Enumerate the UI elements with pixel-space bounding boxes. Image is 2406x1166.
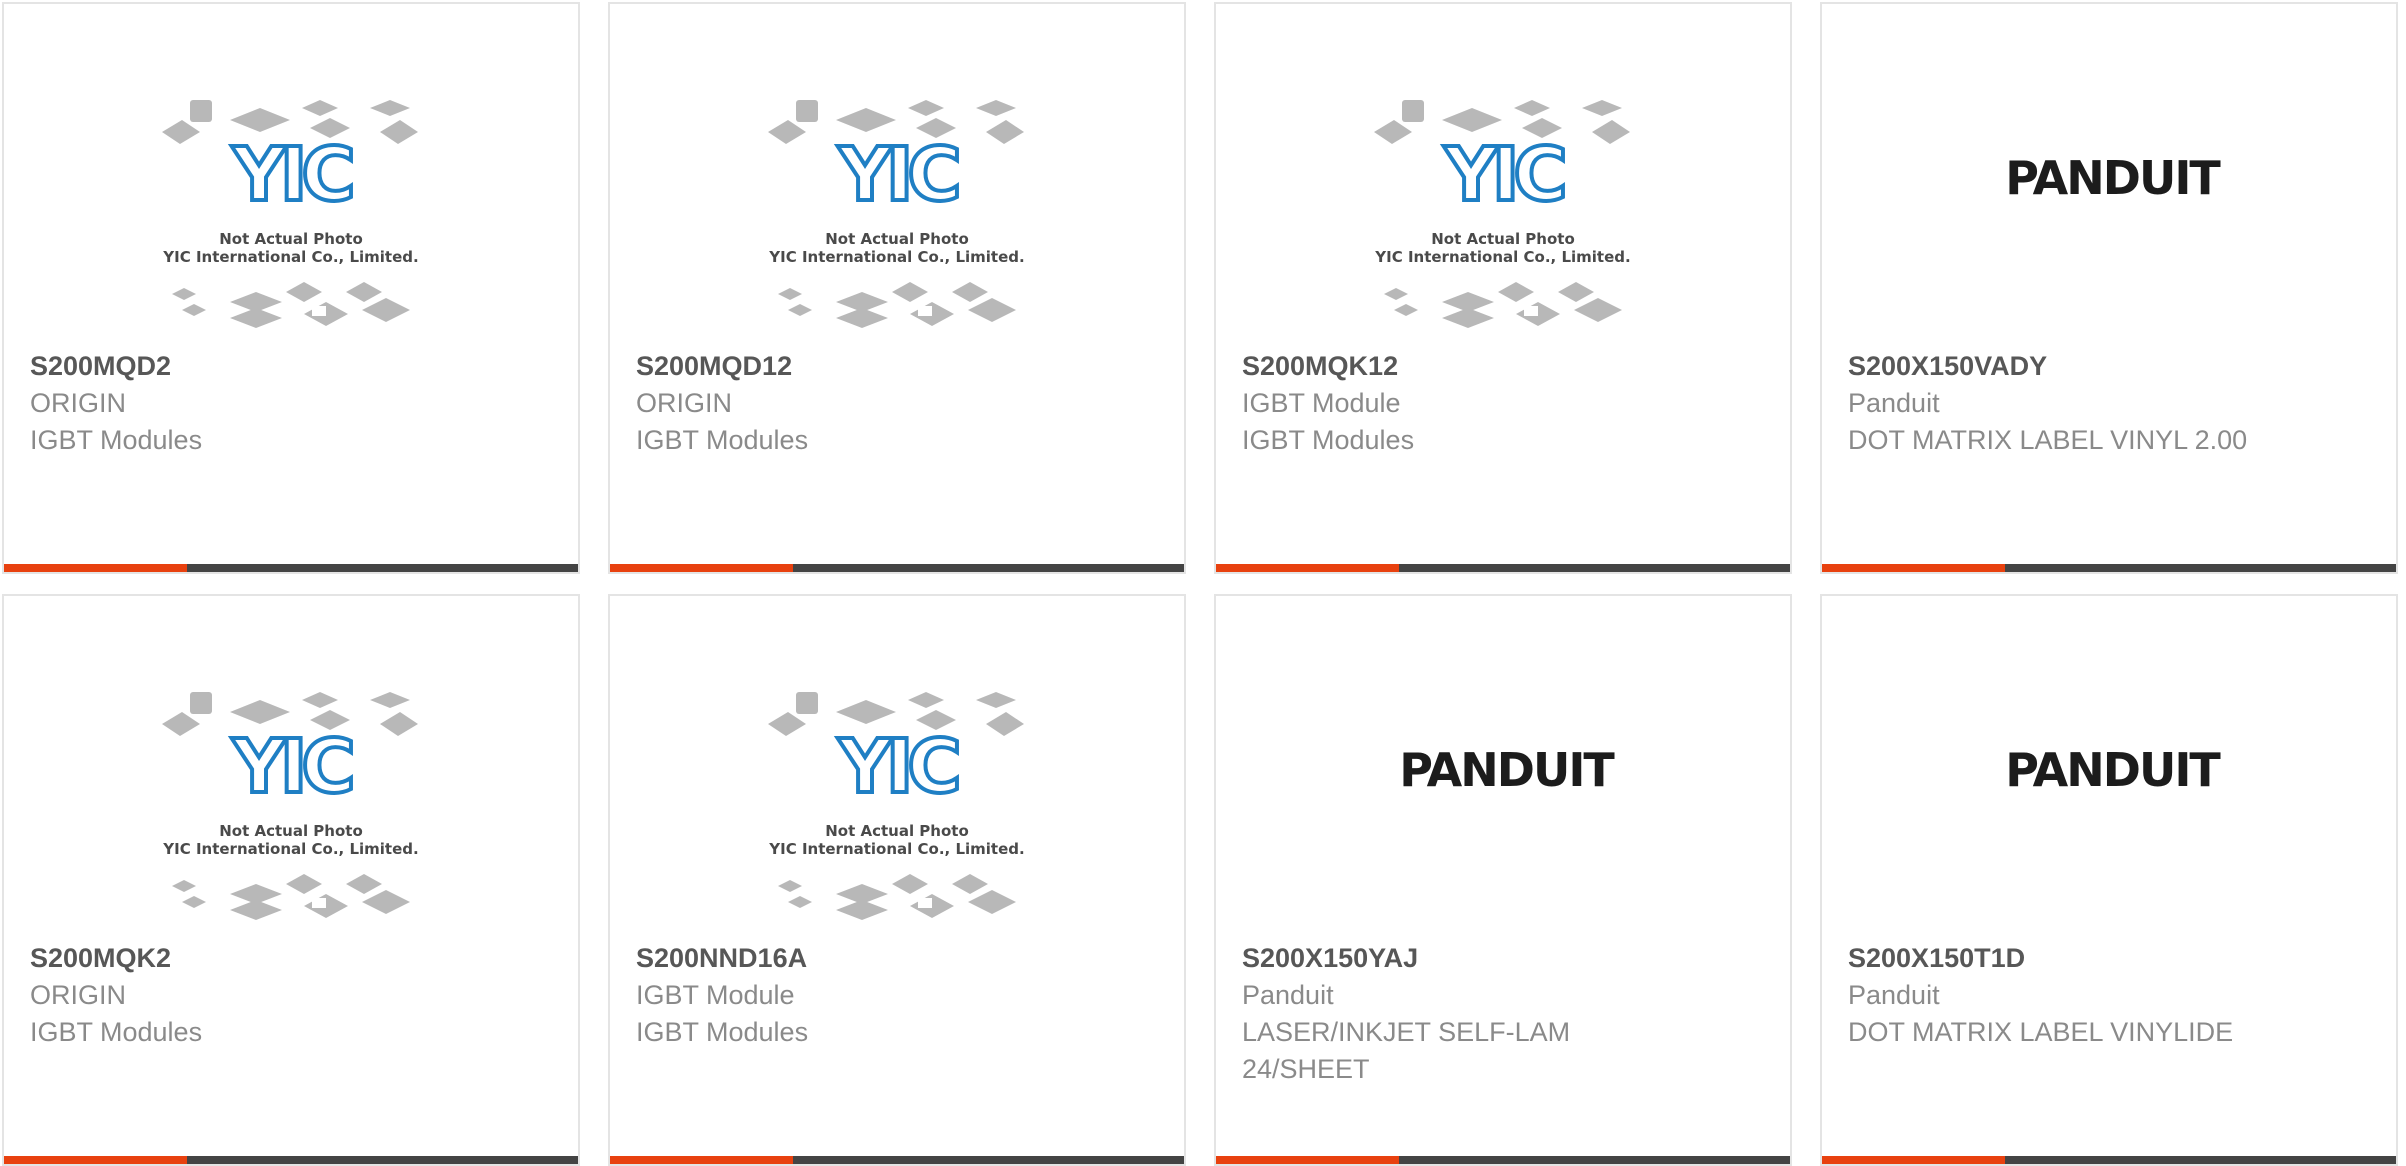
card-bottom-bar [1822,1156,2396,1164]
product-card[interactable]: PANDUIT S200X150T1D Panduit DOT MATRIX L… [1820,594,2398,1166]
description: IGBT Modules [30,425,203,455]
manufacturer: ORIGIN [636,388,733,418]
svg-text:YIC International Co., Limited: YIC International Co., Limited. [768,840,1024,858]
svg-text:Not Actual Photo: Not Actual Photo [219,822,363,840]
description: DOT MATRIX LABEL VINYL 2.00 [1848,425,2248,455]
product-image[interactable]: YIC Not Actual Photo YIC International C… [610,4,1184,344]
product-card[interactable]: PANDUIT S200X150VADY Panduit DOT MATRIX … [1820,2,2398,574]
card-bottom-bar [4,1156,578,1164]
panduit-logo-icon: PANDUIT [1399,743,1615,797]
product-image[interactable]: PANDUIT [1216,596,1790,936]
product-info: S200MQK12 IGBT Module IGBT Modules [1242,348,1770,459]
description: IGBT Modules [636,1017,809,1047]
product-info: S200NND16A IGBT Module IGBT Modules [636,940,1164,1051]
svg-text:Not Actual Photo: Not Actual Photo [825,822,969,840]
description: DOT MATRIX LABEL VINYLIDE [1848,1017,2234,1047]
part-number[interactable]: S200MQK2 [30,940,558,977]
description: IGBT Modules [30,1017,203,1047]
product-card[interactable]: YIC Not Actual Photo YIC International C… [608,594,1186,1166]
card-accent [4,564,187,572]
card-bottom-bar [1822,564,2396,572]
product-card[interactable]: YIC Not Actual Photo YIC International C… [2,2,580,574]
manufacturer: ORIGIN [30,980,127,1010]
yic-logo-icon: YIC [1443,132,1563,218]
manufacturer: Panduit [1848,980,1940,1010]
manufacturer: Panduit [1242,980,1334,1010]
description: IGBT Modules [1242,425,1415,455]
product-card[interactable]: YIC Not Actual Photo YIC International C… [2,594,580,1166]
manufacturer: IGBT Module [636,980,795,1010]
part-number[interactable]: S200MQD12 [636,348,1164,385]
product-info: S200X150VADY Panduit DOT MATRIX LABEL VI… [1848,348,2376,459]
product-info: S200MQK2 ORIGIN IGBT Modules [30,940,558,1051]
svg-text:YIC International Co., Limited: YIC International Co., Limited. [162,840,418,858]
svg-text:Not Actual Photo: Not Actual Photo [219,230,363,248]
product-image[interactable]: PANDUIT [1822,4,2396,344]
manufacturer: Panduit [1848,388,1940,418]
card-accent [1216,1156,1399,1164]
part-number[interactable]: S200X150VADY [1848,348,2376,385]
panduit-logo-image: PANDUIT [1399,743,1617,797]
panduit-logo-image: PANDUIT [2005,151,2223,205]
card-accent [1822,564,2005,572]
part-number[interactable]: S200X150T1D [1848,940,2376,977]
card-bottom-bar [1216,1156,1790,1164]
yic-placeholder-image: YIC Not Actual Photo YIC International C… [162,692,419,920]
product-card[interactable]: PANDUIT S200X150YAJ Panduit LASER/INKJET… [1214,594,1792,1166]
product-info: S200X150YAJ Panduit LASER/INKJET SELF-LA… [1242,940,1770,1088]
yic-logo-icon: YIC [837,724,957,810]
product-info: S200X150T1D Panduit DOT MATRIX LABEL VIN… [1848,940,2376,1051]
yic-placeholder-image: YIC Not Actual Photo YIC International C… [768,100,1025,328]
panduit-logo-icon: PANDUIT [2005,151,2221,205]
part-number[interactable]: S200NND16A [636,940,1164,977]
product-card[interactable]: YIC Not Actual Photo YIC International C… [608,2,1186,574]
yic-placeholder-image: YIC Not Actual Photo YIC International C… [1374,100,1631,328]
part-number[interactable]: S200MQK12 [1242,348,1770,385]
product-info: S200MQD12 ORIGIN IGBT Modules [636,348,1164,459]
card-accent [1216,564,1399,572]
card-accent [610,1156,793,1164]
manufacturer: IGBT Module [1242,388,1401,418]
product-grid: YIC Not Actual Photo YIC International C… [0,0,2406,1166]
product-image[interactable]: YIC Not Actual Photo YIC International C… [610,596,1184,936]
yic-logo-icon: YIC [837,132,957,218]
product-image[interactable]: PANDUIT [1822,596,2396,936]
product-card[interactable]: YIC Not Actual Photo YIC International C… [1214,2,1792,574]
description: IGBT Modules [636,425,809,455]
panduit-logo-icon: PANDUIT [2005,743,2221,797]
product-info: S200MQD2 ORIGIN IGBT Modules [30,348,558,459]
svg-text:Not Actual Photo: Not Actual Photo [825,230,969,248]
card-accent [4,1156,187,1164]
part-number[interactable]: S200MQD2 [30,348,558,385]
product-image[interactable]: YIC Not Actual Photo YIC International C… [1216,4,1790,344]
product-image[interactable]: YIC Not Actual Photo YIC International C… [4,596,578,936]
yic-logo-icon: YIC [231,724,351,810]
card-bottom-bar [610,1156,1184,1164]
svg-text:YIC International Co., Limited: YIC International Co., Limited. [162,248,418,266]
manufacturer: ORIGIN [30,388,127,418]
yic-placeholder-image: YIC Not Actual Photo YIC International C… [162,100,419,328]
card-accent [1822,1156,2005,1164]
svg-text:YIC International Co., Limited: YIC International Co., Limited. [1374,248,1630,266]
svg-text:Not Actual Photo: Not Actual Photo [1431,230,1575,248]
panduit-logo-image: PANDUIT [2005,743,2223,797]
svg-text:YIC International Co., Limited: YIC International Co., Limited. [768,248,1024,266]
card-bottom-bar [1216,564,1790,572]
yic-placeholder-image: YIC Not Actual Photo YIC International C… [768,692,1025,920]
card-accent [610,564,793,572]
yic-logo-icon: YIC [231,132,351,218]
description: LASER/INKJET SELF-LAM 24/SHEET [1242,1017,1571,1084]
card-bottom-bar [610,564,1184,572]
part-number[interactable]: S200X150YAJ [1242,940,1770,977]
card-bottom-bar [4,564,578,572]
product-image[interactable]: YIC Not Actual Photo YIC International C… [4,4,578,344]
